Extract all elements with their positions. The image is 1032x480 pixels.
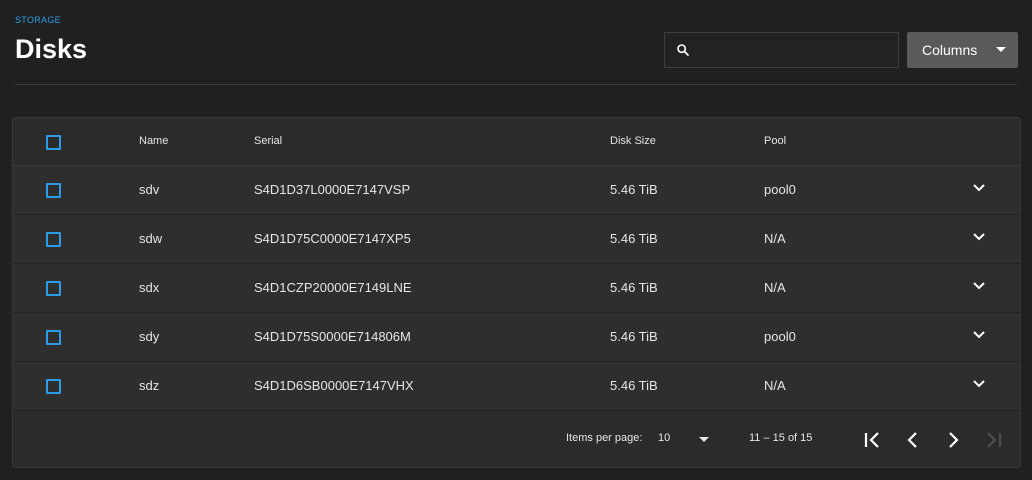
row-checkbox[interactable]	[46, 281, 61, 296]
table-row[interactable]: sdx S4D1CZP20000E7149LNE 5.46 TiB N/A	[13, 264, 1020, 313]
table-row[interactable]: sdz S4D1D6SB0000E7147VHX 5.46 TiB N/A	[13, 362, 1020, 411]
column-header-disk-size[interactable]: Disk Size	[610, 135, 656, 147]
search-icon	[675, 42, 691, 58]
columns-button-label: Columns	[922, 42, 978, 58]
cell-disk-size: 5.46 TiB	[610, 280, 658, 295]
items-per-page-select[interactable]: 10	[658, 425, 714, 453]
last-page-icon[interactable]	[981, 428, 1005, 452]
cell-name: sdv	[139, 182, 160, 197]
chevron-down-icon[interactable]	[971, 277, 987, 293]
cell-pool: N/A	[764, 280, 786, 295]
cell-disk-size: 5.46 TiB	[610, 182, 658, 197]
cell-serial: S4D1D6SB0000E7147VHX	[254, 378, 414, 393]
cell-pool: pool0	[764, 329, 796, 344]
chevron-down-icon[interactable]	[971, 326, 987, 342]
table-row[interactable]: sdv S4D1D37L0000E7147VSP 5.46 TiB pool0	[13, 166, 1020, 215]
cell-disk-size: 5.46 TiB	[610, 231, 658, 246]
cell-pool: N/A	[764, 378, 786, 393]
chevron-down-icon[interactable]	[971, 228, 987, 244]
row-checkbox[interactable]	[46, 330, 61, 345]
search-input[interactable]	[691, 33, 898, 67]
table-row[interactable]: sdw S4D1D75C0000E7147XP5 5.46 TiB N/A	[13, 215, 1020, 264]
header-divider	[15, 84, 1017, 85]
items-per-page-label: Items per page:	[566, 432, 643, 444]
chevron-down-icon[interactable]	[971, 179, 987, 195]
chevron-right-icon[interactable]	[941, 428, 965, 452]
page-range: 11 – 15 of 15	[749, 432, 813, 444]
cell-name: sdy	[139, 329, 160, 344]
column-header-pool[interactable]: Pool	[764, 135, 786, 147]
dropdown-caret-icon	[699, 437, 709, 442]
cell-name: sdx	[139, 280, 160, 295]
cell-disk-size: 5.46 TiB	[610, 378, 658, 393]
table-header-row: Name Serial Disk Size Pool	[13, 118, 1020, 166]
row-checkbox[interactable]	[46, 183, 61, 198]
search-box[interactable]	[664, 32, 899, 68]
row-checkbox[interactable]	[46, 232, 61, 247]
row-checkbox[interactable]	[46, 379, 61, 394]
cell-pool: N/A	[764, 231, 786, 246]
column-header-name[interactable]: Name	[139, 135, 168, 147]
chevron-left-icon[interactable]	[901, 428, 925, 452]
breadcrumb: STORAGE	[15, 15, 61, 25]
cell-disk-size: 5.46 TiB	[610, 329, 658, 344]
cell-serial: S4D1D75S0000E714806M	[254, 329, 411, 344]
paginator: Items per page: 10 11 – 15 of 15	[13, 411, 1020, 467]
chevron-down-icon[interactable]	[971, 375, 987, 391]
first-page-icon[interactable]	[861, 428, 885, 452]
cell-name: sdz	[139, 378, 160, 393]
page-title: Disks	[15, 34, 88, 64]
dropdown-caret-icon	[996, 47, 1006, 52]
disks-table: Name Serial Disk Size Pool sdv S4D1D37L0…	[12, 117, 1021, 468]
cell-name: sdw	[139, 231, 163, 246]
items-per-page-value: 10	[658, 432, 671, 444]
cell-serial: S4D1CZP20000E7149LNE	[254, 280, 412, 295]
columns-button[interactable]: Columns	[907, 32, 1018, 68]
cell-pool: pool0	[764, 182, 796, 197]
column-header-serial[interactable]: Serial	[254, 135, 282, 147]
table-row[interactable]: sdy S4D1D75S0000E714806M 5.46 TiB pool0	[13, 313, 1020, 362]
select-all-checkbox[interactable]	[46, 135, 61, 150]
cell-serial: S4D1D37L0000E7147VSP	[254, 182, 411, 197]
cell-serial: S4D1D75C0000E7147XP5	[254, 231, 411, 246]
